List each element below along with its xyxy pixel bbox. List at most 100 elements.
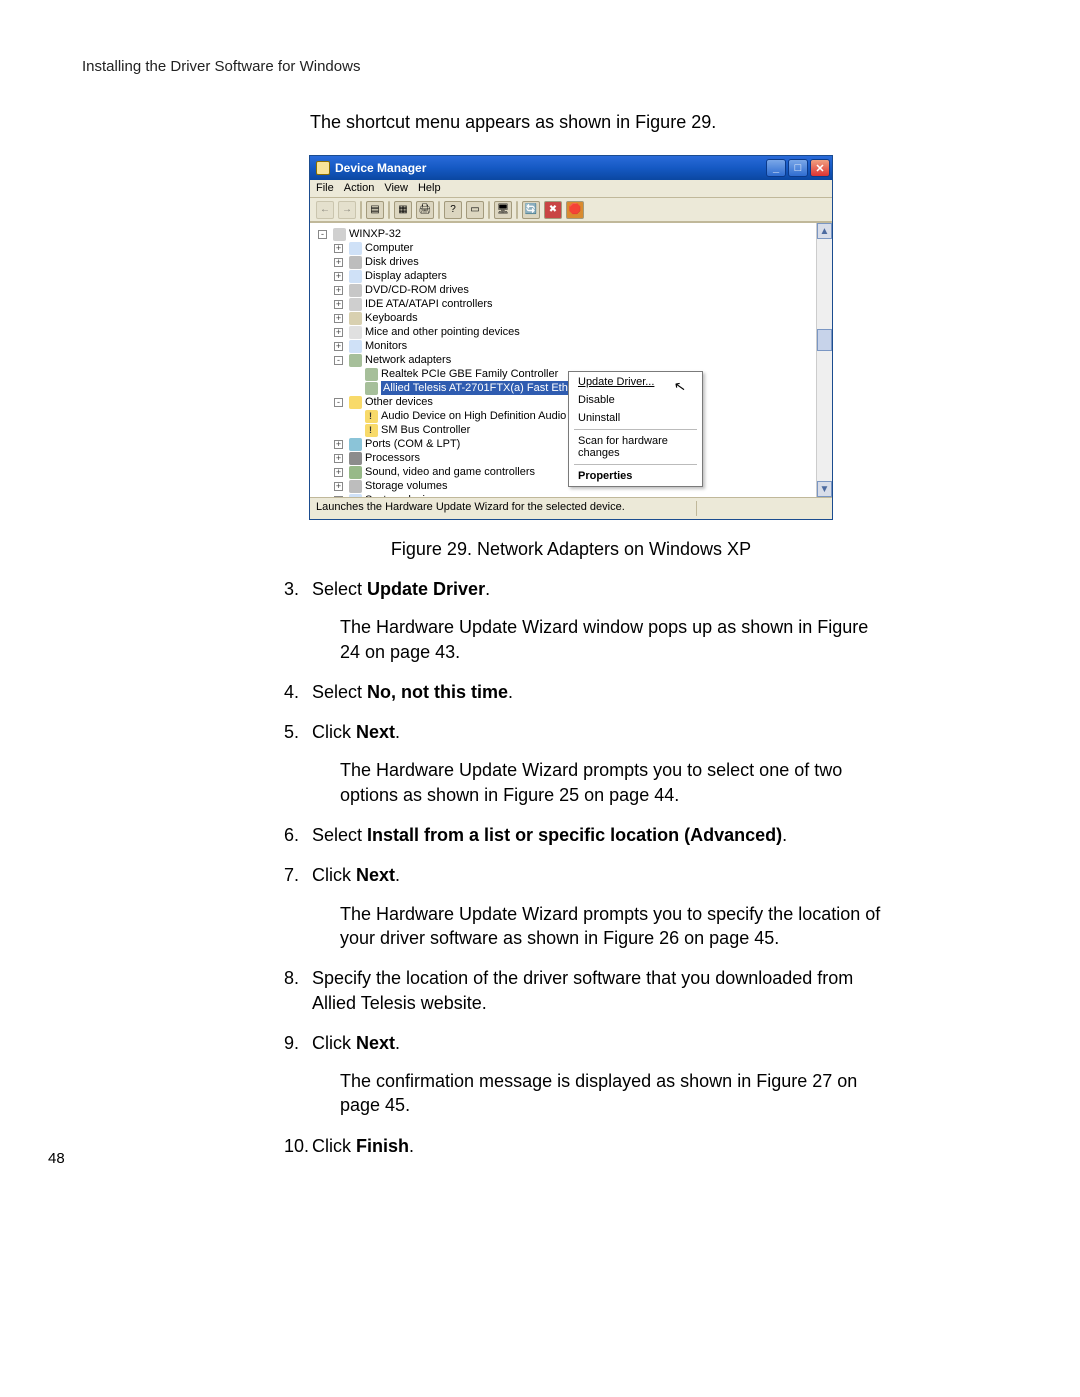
tree-item[interactable]: SM Bus Controller	[381, 423, 470, 437]
scan-button[interactable]: 🖥	[494, 201, 512, 219]
tree-root[interactable]: WINXP-32	[349, 227, 401, 241]
tree-item[interactable]: Audio Device on High Definition Audio Bu…	[381, 409, 588, 423]
close-button[interactable]: ✕	[810, 159, 830, 177]
step-text: Click	[312, 1136, 356, 1156]
context-properties[interactable]: Properties	[570, 467, 701, 485]
nic-icon	[365, 382, 378, 395]
menu-file[interactable]: File	[316, 182, 334, 197]
expand-icon[interactable]: +	[334, 244, 343, 253]
tree-item[interactable]: Disk drives	[365, 255, 419, 269]
tree-item[interactable]: Processors	[365, 451, 420, 465]
expand-icon[interactable]: +	[334, 328, 343, 337]
warning-icon	[365, 424, 378, 437]
expand-icon[interactable]: +	[334, 286, 343, 295]
step-3: 3. Select Update Driver. The Hardware Up…	[284, 577, 884, 664]
intro-text: The shortcut menu appears as shown in Fi…	[310, 112, 716, 133]
scroll-track[interactable]	[817, 239, 832, 481]
scroll-up-button[interactable]: ▲	[817, 223, 832, 239]
step-bold: Finish	[356, 1136, 409, 1156]
scroll-down-button[interactable]: ▼	[817, 481, 832, 497]
network-icon	[349, 354, 362, 367]
tree-item[interactable]: Storage volumes	[365, 479, 448, 493]
step-post: .	[395, 1033, 400, 1053]
minimize-button[interactable]: _	[766, 159, 786, 177]
tree-item[interactable]: Sound, video and game controllers	[365, 465, 535, 479]
step-bold: Install from a list or specific location…	[367, 825, 782, 845]
instruction-list: 3. Select Update Driver. The Hardware Up…	[284, 577, 884, 1174]
computer-icon	[349, 242, 362, 255]
ports-icon	[349, 438, 362, 451]
tree-panel[interactable]: - WINXP-32 + Computer + Disk drives + Displa…	[310, 222, 832, 497]
step-description: The confirmation message is displayed as…	[340, 1069, 884, 1118]
tree-item[interactable]: Monitors	[365, 339, 407, 353]
scrollbar[interactable]: ▲ ▼	[816, 223, 832, 497]
step-description: The Hardware Update Wizard prompts you t…	[340, 758, 884, 807]
refresh-button[interactable]: 🔄	[522, 201, 540, 219]
expand-icon[interactable]: +	[334, 454, 343, 463]
tree-item[interactable]: System devices	[365, 493, 442, 497]
small-icons-button[interactable]: ▭	[466, 201, 484, 219]
expand-icon[interactable]: +	[334, 272, 343, 281]
tree-item-network[interactable]: Network adapters	[365, 353, 451, 367]
section-header: Installing the Driver Software for Windo…	[82, 58, 360, 75]
disable-button[interactable]: ✖	[544, 201, 562, 219]
tree-item[interactable]: DVD/CD-ROM drives	[365, 283, 469, 297]
forward-button[interactable]: →	[338, 201, 356, 219]
dvd-icon	[349, 284, 362, 297]
step-6: 6. Select Install from a list or specifi…	[284, 823, 884, 847]
processor-icon	[349, 452, 362, 465]
expand-icon[interactable]: +	[334, 258, 343, 267]
step-number: 5.	[284, 720, 299, 744]
up-button[interactable]: ▤	[366, 201, 384, 219]
step-bold: Update Driver	[367, 579, 485, 599]
context-uninstall[interactable]: Uninstall	[570, 409, 701, 427]
context-scan[interactable]: Scan for hardware changes	[570, 432, 701, 462]
expand-icon[interactable]: +	[334, 440, 343, 449]
expand-icon[interactable]: +	[334, 496, 343, 498]
help-button[interactable]: ?	[444, 201, 462, 219]
back-button[interactable]: ←	[316, 201, 334, 219]
menubar[interactable]: File Action View Help	[310, 180, 832, 198]
properties-button[interactable]: ▦	[394, 201, 412, 219]
app-icon	[316, 161, 330, 175]
tree-item[interactable]: Other devices	[365, 395, 433, 409]
step-post: .	[782, 825, 787, 845]
step-post: .	[508, 682, 513, 702]
menu-help[interactable]: Help	[418, 182, 441, 197]
uninstall-button[interactable]: 🛑	[566, 201, 584, 219]
collapse-icon[interactable]: -	[334, 356, 343, 365]
step-bold: Next	[356, 865, 395, 885]
tree-item[interactable]: Ports (COM & LPT)	[365, 437, 460, 451]
step-number: 10.	[284, 1134, 309, 1158]
step-bold: Next	[356, 722, 395, 742]
expand-icon[interactable]: +	[334, 482, 343, 491]
scroll-thumb[interactable]	[817, 329, 832, 351]
menu-action[interactable]: Action	[344, 182, 375, 197]
expand-icon[interactable]: +	[334, 468, 343, 477]
expand-icon[interactable]: +	[334, 342, 343, 351]
display-icon	[349, 270, 362, 283]
tree-item[interactable]: Computer	[365, 241, 413, 255]
monitor-icon	[349, 340, 362, 353]
tree-item[interactable]: IDE ATA/ATAPI controllers	[365, 297, 493, 311]
figure-caption: Figure 29. Network Adapters on Windows X…	[386, 539, 756, 560]
menu-view[interactable]: View	[384, 182, 408, 197]
page-number: 48	[48, 1150, 65, 1167]
expand-icon[interactable]: +	[334, 300, 343, 309]
tree-item[interactable]: Mice and other pointing devices	[365, 325, 520, 339]
status-cell	[696, 501, 826, 516]
print-button[interactable]: 🖨	[416, 201, 434, 219]
maximize-button[interactable]: □	[788, 159, 808, 177]
tree-item[interactable]: Keyboards	[365, 311, 418, 325]
step-number: 6.	[284, 823, 299, 847]
collapse-icon[interactable]: -	[318, 230, 327, 239]
tree-item[interactable]: Display adapters	[365, 269, 447, 283]
tree-item[interactable]: Realtek PCIe GBE Family Controller	[381, 367, 558, 381]
step-text: Specify the location of the driver softw…	[312, 968, 853, 1012]
expand-icon[interactable]: +	[334, 314, 343, 323]
titlebar[interactable]: Device Manager _ □ ✕	[310, 156, 832, 180]
step-bold: No, not this time	[367, 682, 508, 702]
computer-root-icon	[333, 228, 346, 241]
collapse-icon[interactable]: -	[334, 398, 343, 407]
system-icon	[349, 494, 362, 498]
